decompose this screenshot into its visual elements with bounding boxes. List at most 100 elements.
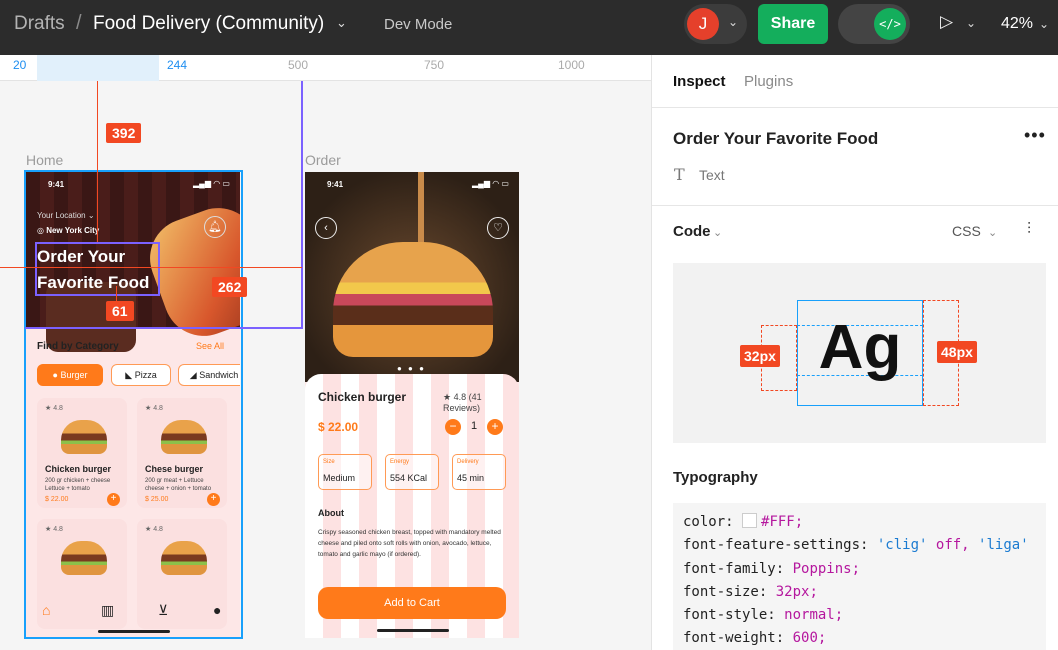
css-property: font-weight: (683, 630, 785, 647)
minus-icon[interactable]: − (445, 419, 461, 435)
css-property: font-style: (683, 607, 776, 624)
add-to-cart-button[interactable]: Add to Cart (318, 587, 506, 619)
avatar[interactable]: J (687, 8, 719, 40)
spec-size[interactable]: Size Medium (318, 454, 372, 490)
code-line-font-family: font-family: Poppins; (683, 558, 1036, 581)
breadcrumb-separator: / (76, 12, 82, 34)
back-icon[interactable]: ‹ (315, 217, 337, 239)
divider (652, 107, 1058, 108)
heart-icon[interactable]: ♡ (487, 217, 509, 239)
ruler-mark: 500 (288, 58, 309, 72)
carousel-dots[interactable]: ● ● ● (397, 364, 426, 373)
css-property: font-family: (683, 560, 785, 577)
dev-mode-label: Dev Mode (384, 16, 453, 33)
spec-value: Medium (323, 473, 356, 483)
frame-selection-outline (24, 170, 243, 639)
horizontal-ruler: 20 244 500 750 1000 (0, 55, 651, 81)
layer-title: Order Your Favorite Food (673, 129, 879, 148)
box-height-badge: 48px (937, 341, 977, 363)
css-property: color: (683, 514, 734, 530)
product-rating: ★ 4.8 (41 Reviews) (443, 392, 482, 413)
ruler-mark: 244 (167, 58, 188, 72)
code-line-color: color: #FFF; (683, 511, 1036, 534)
code-line-font-feature: font-feature-settings: 'clig' off, 'liga… (683, 534, 1036, 557)
measure-badge-right: 262 (212, 277, 248, 297)
css-value: 'clig' (876, 537, 928, 554)
code-line-font-size: font-size: 32px; (683, 581, 1036, 604)
chevron-down-icon[interactable]: ⌄ (713, 226, 722, 239)
chevron-down-icon[interactable]: ⌄ (966, 16, 976, 30)
more-options-icon[interactable]: ••• (1024, 125, 1046, 146)
text-type-icon: T (674, 165, 685, 184)
css-value: #FFF; (761, 514, 804, 530)
language-select[interactable]: CSS (952, 223, 981, 239)
typography-title: Typography (673, 469, 758, 486)
settings-sliders-icon[interactable]: ⫶ (1027, 221, 1031, 239)
chevron-down-icon[interactable]: ⌄ (336, 15, 347, 31)
code-line-font-style: font-style: normal; (683, 604, 1036, 627)
spec-label: Size (323, 459, 335, 465)
tab-inspect[interactable]: Inspect (673, 73, 726, 90)
zoom-level[interactable]: 42% (1001, 15, 1033, 33)
quantity-value: 1 (471, 420, 478, 432)
design-canvas[interactable]: Home Order 9:41 ▂▄▆ ◠ ▭ Your Location ⌄ … (0, 81, 651, 650)
measure-line-horizontal (0, 267, 302, 268)
ruler-mark: 20 (13, 58, 27, 72)
ruler-mark: 1000 (558, 58, 585, 72)
chevron-down-icon[interactable]: ⌄ (728, 15, 738, 29)
css-value: 32px; (775, 583, 818, 600)
order-screen-frame[interactable]: 9:41 ▂▄▆ ◠ ▭ ‹ ♡ ● ● ● Chicken burger ★ … (305, 172, 519, 638)
status-icons: ▂▄▆ ◠ ▭ (472, 179, 509, 188)
measure-badge-bottom: 61 (106, 301, 134, 321)
order-details-sheet: Chicken burger ★ 4.8 (41 Reviews) $ 22.0… (305, 374, 519, 638)
home-indicator (377, 629, 449, 632)
spec-value: 554 KCal (390, 473, 428, 483)
code-section-title[interactable]: Code (673, 223, 711, 240)
code-brackets-icon[interactable]: </> (874, 8, 906, 40)
chevron-down-icon[interactable]: ⌄ (1039, 17, 1049, 31)
burger-image (333, 242, 493, 357)
play-icon[interactable]: ▷ (940, 12, 953, 32)
css-value: normal; (784, 607, 844, 624)
css-value: 'liga' (978, 537, 1029, 554)
css-property: font-size: (683, 583, 768, 600)
product-name: Chicken burger (318, 390, 407, 404)
spec-energy: Energy 554 KCal (385, 454, 439, 490)
css-value: Poppins; (792, 560, 861, 577)
typography-preview: Ag 32px 48px (673, 263, 1046, 443)
about-text: Crispy seasoned chicken breast, topped w… (318, 529, 501, 558)
ruler-mark: 750 (424, 58, 445, 72)
chevron-down-icon[interactable]: ⌄ (988, 226, 997, 239)
file-name[interactable]: Food Delivery (Community) (93, 13, 324, 35)
parent-frame-bottom-edge (25, 327, 303, 329)
spec-label: Delivery (457, 459, 479, 465)
top-toolbar: Drafts / Food Delivery (Community) ⌄ Dev… (0, 0, 1058, 55)
css-property: font-feature-settings: (683, 537, 869, 554)
spec-label: Energy (390, 459, 410, 465)
parent-frame-right-edge (301, 81, 303, 329)
plus-icon[interactable]: + (487, 419, 503, 435)
line-height-badge: 32px (740, 345, 780, 367)
ruler-selection-highlight (37, 55, 159, 81)
product-price: $ 22.00 (318, 420, 359, 434)
measure-line-vertical (97, 81, 98, 242)
frame-label-home[interactable]: Home (26, 152, 63, 168)
spec-value: 45 min (457, 473, 485, 483)
measure-badge-top: 392 (106, 123, 142, 143)
order-hero-image: 9:41 ▂▄▆ ◠ ▭ ‹ ♡ ● ● ● (305, 172, 519, 382)
css-code-block[interactable]: color: #FFF; font-feature-settings: 'cli… (673, 503, 1046, 650)
about-title: About (318, 508, 344, 518)
drafts-breadcrumb[interactable]: Drafts (14, 13, 65, 35)
status-time: 9:41 (327, 180, 344, 189)
spec-delivery: Delivery 45 min (452, 454, 506, 490)
css-value: off, (935, 537, 970, 554)
share-button[interactable]: Share (758, 4, 828, 44)
inspect-panel: Inspect Plugins Order Your Favorite Food… (651, 55, 1058, 650)
tab-plugins[interactable]: Plugins (744, 73, 793, 90)
css-value: 600; (792, 630, 827, 647)
code-line-font-weight: font-weight: 600; (683, 627, 1036, 650)
preview-glyphs: Ag (818, 313, 902, 382)
color-swatch[interactable] (742, 513, 758, 528)
layer-type: Text (699, 167, 725, 183)
frame-label-order[interactable]: Order (305, 152, 341, 168)
